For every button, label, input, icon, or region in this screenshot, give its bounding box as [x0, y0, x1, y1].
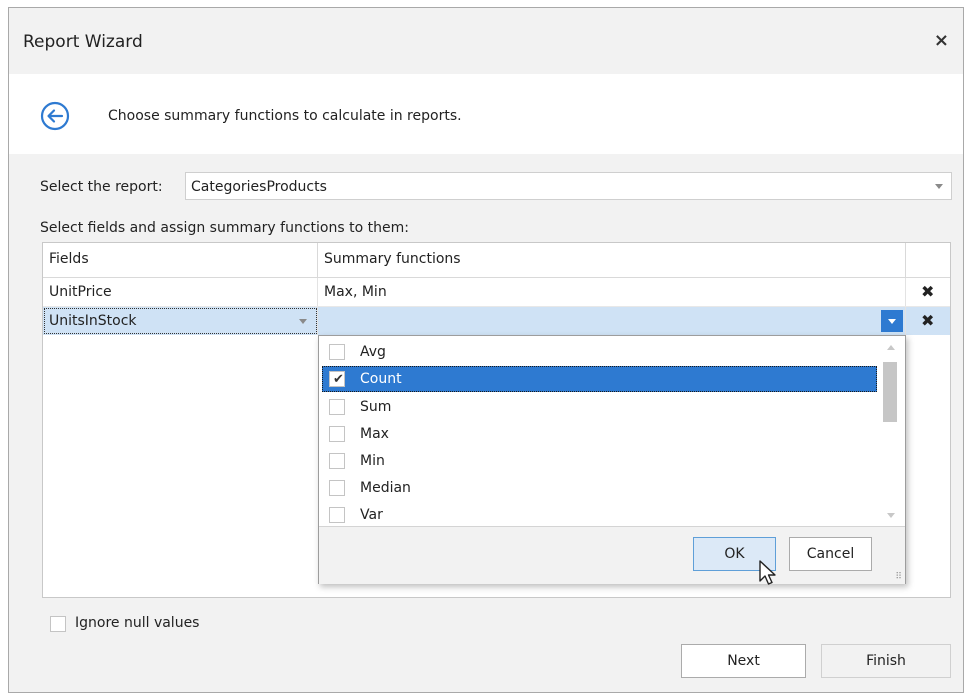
dropdown-footer: OK Cancel ⠿ [319, 526, 905, 584]
fields-instruction-label: Select fields and assign summary functio… [40, 220, 409, 236]
delete-cell: ✖ [906, 307, 950, 335]
window-title: Report Wizard [23, 32, 143, 52]
list-item-label: Min [360, 453, 385, 469]
checkbox[interactable] [329, 344, 345, 360]
chevron-down-icon[interactable] [935, 184, 943, 189]
summary-cell[interactable]: Max, Min [318, 278, 906, 306]
list-item-label: Avg [360, 344, 386, 360]
column-header-summary-functions[interactable]: Summary functions [318, 243, 906, 277]
field-name: UnitsInStock [49, 313, 137, 329]
scroll-up-icon[interactable] [887, 345, 895, 350]
field-cell[interactable]: UnitsInStock [43, 307, 318, 335]
checkbox[interactable] [329, 426, 345, 442]
grid-header: Fields Summary functions [43, 243, 950, 278]
list-item-label: Sum [360, 399, 392, 415]
checkbox[interactable] [329, 399, 345, 415]
scrollbar-thumb[interactable] [883, 362, 897, 422]
table-row-selected[interactable]: UnitsInStock ✖ [43, 307, 950, 335]
chevron-down-icon[interactable] [299, 319, 307, 324]
delete-row-icon[interactable]: ✖ [921, 311, 934, 330]
report-combobox-value: CategoriesProducts [191, 179, 327, 195]
column-header-delete [906, 243, 950, 277]
vertical-scrollbar[interactable] [879, 336, 903, 526]
summary-cell-editor[interactable] [318, 307, 906, 335]
close-button[interactable]: × [934, 30, 949, 51]
column-header-label: Fields [49, 251, 89, 267]
back-arrow-icon[interactable] [40, 101, 70, 131]
wizard-header: Choose summary functions to calculate in… [9, 74, 963, 155]
list-item-label: Count [360, 371, 402, 387]
report-select-label: Select the report: [40, 179, 163, 195]
list-item[interactable]: Max [322, 421, 877, 447]
list-item-selected[interactable]: ✔ Count [322, 366, 877, 392]
checkmark-icon: ✔ [333, 372, 344, 387]
field-cell[interactable]: UnitPrice [43, 278, 318, 306]
list-item-label: Max [360, 426, 389, 442]
ignore-null-label: Ignore null values [75, 615, 200, 631]
finish-button[interactable]: Finish [821, 644, 951, 678]
next-button[interactable]: Next [681, 644, 806, 678]
list-item[interactable]: Sum [322, 394, 877, 420]
cancel-button[interactable]: Cancel [789, 537, 872, 571]
list-item[interactable]: Min [322, 448, 877, 474]
dropdown-button[interactable] [881, 310, 903, 332]
table-row[interactable]: UnitPrice Max, Min ✖ [43, 278, 950, 307]
column-header-fields[interactable]: Fields [43, 243, 318, 277]
title-bar: Report Wizard × [9, 8, 963, 74]
delete-row-icon[interactable]: ✖ [921, 282, 934, 301]
function-checklist: Avg ✔ Count Sum Max Min Median Var [319, 336, 905, 526]
summary-value: Max, Min [324, 284, 387, 300]
summary-functions-dropdown: Avg ✔ Count Sum Max Min Median Var OK Ca… [318, 335, 906, 584]
list-item-label: Median [360, 480, 411, 496]
report-combobox[interactable]: CategoriesProducts [185, 172, 952, 200]
column-header-label: Summary functions [324, 251, 461, 267]
checkbox-checked[interactable]: ✔ [329, 371, 345, 387]
resize-grip-icon[interactable]: ⠿ [895, 573, 902, 582]
header-description: Choose summary functions to calculate in… [108, 108, 462, 124]
list-item[interactable]: Var [322, 502, 877, 528]
scroll-down-icon[interactable] [887, 513, 895, 518]
mouse-cursor-icon [759, 560, 776, 585]
field-name: UnitPrice [49, 284, 112, 300]
checkbox[interactable] [329, 453, 345, 469]
list-item-label: Var [360, 507, 383, 523]
list-item[interactable]: Avg [322, 339, 877, 365]
ignore-null-checkbox[interactable] [50, 616, 66, 632]
checkbox[interactable] [329, 480, 345, 496]
list-item[interactable]: Median [322, 475, 877, 501]
delete-cell: ✖ [906, 278, 950, 306]
checkbox[interactable] [329, 507, 345, 523]
chevron-down-icon [888, 319, 896, 324]
